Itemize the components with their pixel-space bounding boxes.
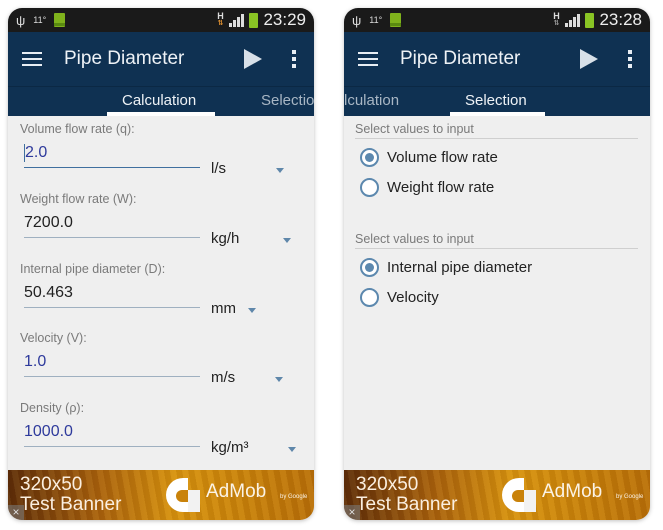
ad-brand-by: by Google (616, 494, 644, 500)
unit-selector[interactable]: l/s (211, 160, 226, 177)
internal-pipe-diameter-input[interactable]: 50.463 (24, 280, 200, 308)
usb-icon: ψ (352, 12, 362, 28)
radio-internal-pipe-diameter[interactable]: Internal pipe diameter (360, 258, 532, 277)
dropdown-arrow-icon[interactable] (275, 377, 283, 382)
ad-size-text: 320x50 (20, 474, 83, 495)
ad-banner[interactable]: 320x50 Test Banner × AdMob by Google (344, 470, 650, 520)
app-title: Pipe Diameter (64, 48, 185, 69)
radio-label: Volume flow rate (387, 149, 498, 166)
unit-selector[interactable]: m/s (211, 369, 235, 386)
battery-icon (249, 12, 259, 28)
play-icon[interactable] (244, 49, 262, 69)
weight-flow-rate-input[interactable]: 7200.0 (24, 210, 200, 238)
close-icon[interactable]: × (8, 505, 24, 520)
radio-unchecked-icon[interactable] (360, 288, 379, 307)
tab-selection[interactable]: Selection (261, 87, 314, 116)
play-icon[interactable] (580, 49, 598, 69)
field-label: Internal pipe diameter (D): (20, 262, 166, 276)
group-label: Select values to input (355, 122, 638, 139)
field-label: Weight flow rate (W): (20, 192, 137, 206)
clock: 23:28 (599, 10, 642, 29)
usb-icon: ψ (16, 12, 26, 28)
radio-label: Internal pipe diameter (387, 259, 533, 276)
signal-icon (229, 13, 245, 27)
radio-checked-icon[interactable] (360, 258, 379, 277)
radio-unchecked-icon[interactable] (360, 178, 379, 197)
status-bar: ψ 11° H ⇅ 23:28 (344, 8, 650, 32)
density-field: Density (ρ): 1000.0 kg/m³ (20, 401, 302, 456)
close-icon[interactable]: × (344, 505, 360, 520)
ad-label-text: Test Banner (356, 494, 458, 515)
battery-widget-icon (390, 13, 402, 27)
signal-icon (565, 13, 581, 27)
unit-selector[interactable]: kg/m³ (211, 439, 249, 456)
status-bar: ψ 11° H ⇅ 23:29 (8, 8, 314, 32)
field-label: Volume flow rate (q): (20, 122, 135, 136)
network-h-icon: H ⇅ (553, 11, 560, 28)
hamburger-menu-icon[interactable] (22, 52, 42, 66)
calculation-screen: ψ 11° H ⇅ 23:29 Pipe Diameter Calculation… (8, 8, 314, 520)
app-title: Pipe Diameter (400, 48, 521, 69)
overflow-menu-icon[interactable] (628, 50, 632, 68)
dropdown-arrow-icon[interactable] (248, 308, 256, 313)
temperature-readout: 11° (33, 15, 47, 25)
selection-screen: ψ 11° H ⇅ 23:28 Pipe Diameter lculation S… (344, 8, 650, 520)
field-label: Velocity (V): (20, 331, 87, 345)
admob-logo-icon (502, 478, 536, 512)
density-input[interactable]: 1000.0 (24, 419, 200, 447)
volume-flow-rate-field: Volume flow rate (q): 2.0 l/s (20, 122, 302, 177)
ad-brand-by: by Google (280, 494, 308, 500)
selection-form: Select values to input Volume flow rate … (344, 116, 650, 478)
weight-flow-rate-field: Weight flow rate (W): 7200.0 kg/h (20, 192, 302, 247)
temperature-readout: 11° (369, 15, 383, 25)
battery-widget-icon (54, 13, 66, 27)
field-label: Density (ρ): (20, 401, 85, 415)
velocity-input[interactable]: 1.0 (24, 349, 200, 377)
calculation-form: Volume flow rate (q): 2.0 l/s Weight flo… (8, 116, 314, 478)
ad-brand: AdMob (542, 481, 603, 502)
tab-calculation[interactable]: lculation (344, 87, 399, 116)
radio-weight-flow-rate[interactable]: Weight flow rate (360, 178, 494, 197)
radio-velocity[interactable]: Velocity (360, 288, 439, 307)
ad-label-text: Test Banner (20, 494, 122, 515)
unit-selector[interactable]: kg/h (211, 230, 239, 247)
admob-logo-icon (166, 478, 200, 512)
dropdown-arrow-icon[interactable] (276, 168, 284, 173)
ad-banner[interactable]: 320x50 Test Banner × AdMob by Google (8, 470, 314, 520)
clock: 23:29 (263, 10, 306, 29)
velocity-field: Velocity (V): 1.0 m/s (20, 331, 302, 386)
action-bar: Pipe Diameter (344, 32, 650, 86)
dropdown-arrow-icon[interactable] (283, 238, 291, 243)
group-label: Select values to input (355, 232, 638, 249)
hamburger-menu-icon[interactable] (358, 52, 378, 66)
internal-pipe-diameter-field: Internal pipe diameter (D): 50.463 mm (20, 262, 302, 317)
radio-volume-flow-rate[interactable]: Volume flow rate (360, 148, 498, 167)
overflow-menu-icon[interactable] (292, 50, 296, 68)
network-h-icon: H ⇅ (217, 11, 224, 28)
volume-flow-rate-input[interactable]: 2.0 (24, 140, 200, 168)
tab-bar: lculation Selection (344, 86, 650, 116)
radio-checked-icon[interactable] (360, 148, 379, 167)
ad-brand: AdMob (206, 481, 267, 502)
battery-icon (585, 12, 595, 28)
ad-size-text: 320x50 (356, 474, 419, 495)
tab-bar: Calculation Selection (8, 86, 314, 116)
dropdown-arrow-icon[interactable] (288, 447, 296, 452)
unit-selector[interactable]: mm (211, 300, 236, 317)
action-bar: Pipe Diameter (8, 32, 314, 86)
radio-label: Weight flow rate (387, 179, 495, 196)
radio-label: Velocity (387, 289, 439, 306)
